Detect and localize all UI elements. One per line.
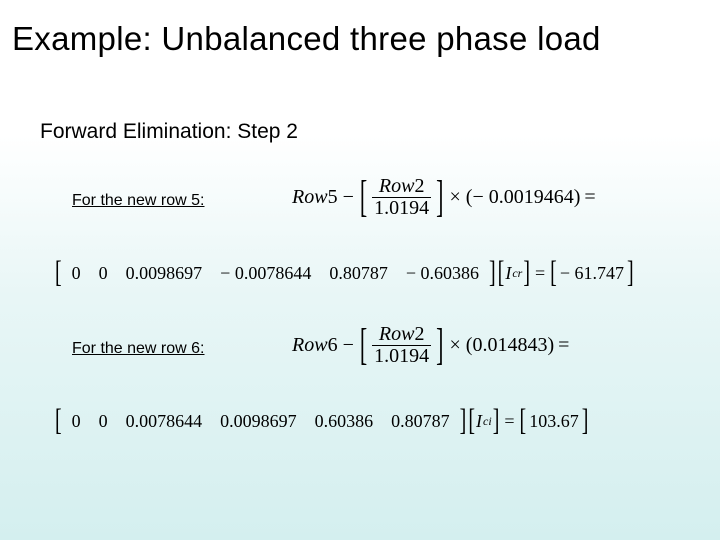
text: 6 xyxy=(328,334,338,357)
text: 1.0194 xyxy=(372,345,431,367)
times-sign: × xyxy=(450,186,461,209)
right-bracket-icon: ] xyxy=(523,256,530,292)
matrix-cell: 0 xyxy=(72,411,81,432)
right-bracket-icon: ] xyxy=(493,404,500,440)
minus-sign: − xyxy=(343,334,354,357)
matrix-cell: 0 xyxy=(72,263,81,284)
subscript: cr xyxy=(512,266,522,281)
matrix-cell: 0 xyxy=(99,263,108,284)
row5-formula: Row5 − [ Row2 1.0194 ] × (− 0.0019464) = xyxy=(292,176,600,219)
matrix-cell: 0 xyxy=(99,411,108,432)
right-bracket-icon: ] xyxy=(460,404,467,440)
matrix-cell: 0.0098697 xyxy=(220,411,297,432)
left-bracket-icon: [ xyxy=(468,404,475,440)
row5-matrix: [ 0 0 0.0098697 − 0.0078644 0.80787 − 0.… xyxy=(54,262,635,285)
row5-label: For the new row 5: xyxy=(72,192,205,210)
left-bracket-icon: [ xyxy=(550,256,557,292)
right-bracket-icon: ] xyxy=(582,404,589,440)
text: Row xyxy=(292,334,328,357)
matrix-cell: 0.80787 xyxy=(391,411,450,432)
matrix-cell: 0.60386 xyxy=(315,411,374,432)
text: 2 xyxy=(414,175,424,197)
right-bracket-icon: ] xyxy=(436,171,443,223)
text: ) xyxy=(547,334,554,357)
left-bracket-icon: [ xyxy=(55,404,62,440)
text: 0.0019464 xyxy=(489,186,574,209)
matrix-cell: − 0.60386 xyxy=(406,263,479,284)
right-bracket-icon: ] xyxy=(436,319,443,371)
minus-sign: − xyxy=(343,186,354,209)
variable: I xyxy=(476,411,482,432)
text: Row xyxy=(292,186,328,209)
text: − xyxy=(560,263,570,283)
left-bracket-icon: [ xyxy=(520,404,527,440)
text: ( xyxy=(466,334,473,357)
left-bracket-icon: [ xyxy=(360,319,367,371)
text: 1.0194 xyxy=(372,197,431,219)
text: 5 xyxy=(328,186,338,209)
row6-matrix: [ 0 0 0.0078644 0.0098697 0.60386 0.8078… xyxy=(54,410,589,433)
left-bracket-icon: [ xyxy=(498,256,505,292)
times-sign: × xyxy=(450,334,461,357)
fraction: Row2 1.0194 xyxy=(372,324,431,367)
text: 103.67 xyxy=(529,411,579,432)
slide-title: Example: Unbalanced three phase load xyxy=(12,20,601,58)
text: 61.747 xyxy=(574,263,624,283)
text: ) xyxy=(574,186,581,209)
text: Row xyxy=(379,175,415,197)
left-bracket-icon: [ xyxy=(360,171,367,223)
text: ( xyxy=(466,186,473,209)
matrix-cell: − 0.0078644 xyxy=(220,263,311,284)
equals-sign: = xyxy=(504,411,514,432)
equals-sign: = xyxy=(558,334,569,357)
matrix-cell: 0.80787 xyxy=(329,263,388,284)
row6-label: For the new row 6: xyxy=(72,340,205,358)
matrix-cell: 0.0078644 xyxy=(126,411,203,432)
subscript: ci xyxy=(483,414,492,429)
left-bracket-icon: [ xyxy=(55,256,62,292)
text: − xyxy=(472,186,483,209)
equals-sign: = xyxy=(535,263,545,284)
right-bracket-icon: ] xyxy=(489,256,496,292)
matrix-cell: 0.0098697 xyxy=(126,263,203,284)
text: Row xyxy=(379,323,415,345)
slide: Example: Unbalanced three phase load For… xyxy=(0,0,720,540)
fraction: Row2 1.0194 xyxy=(372,176,431,219)
right-bracket-icon: ] xyxy=(627,256,634,292)
row6-formula: Row6 − [ Row2 1.0194 ] × (0.014843) = xyxy=(292,324,573,367)
equals-sign: = xyxy=(584,186,595,209)
text: 0.014843 xyxy=(472,334,547,357)
text: 2 xyxy=(414,323,424,345)
variable: I xyxy=(505,263,511,284)
slide-subtitle: Forward Elimination: Step 2 xyxy=(40,120,298,144)
